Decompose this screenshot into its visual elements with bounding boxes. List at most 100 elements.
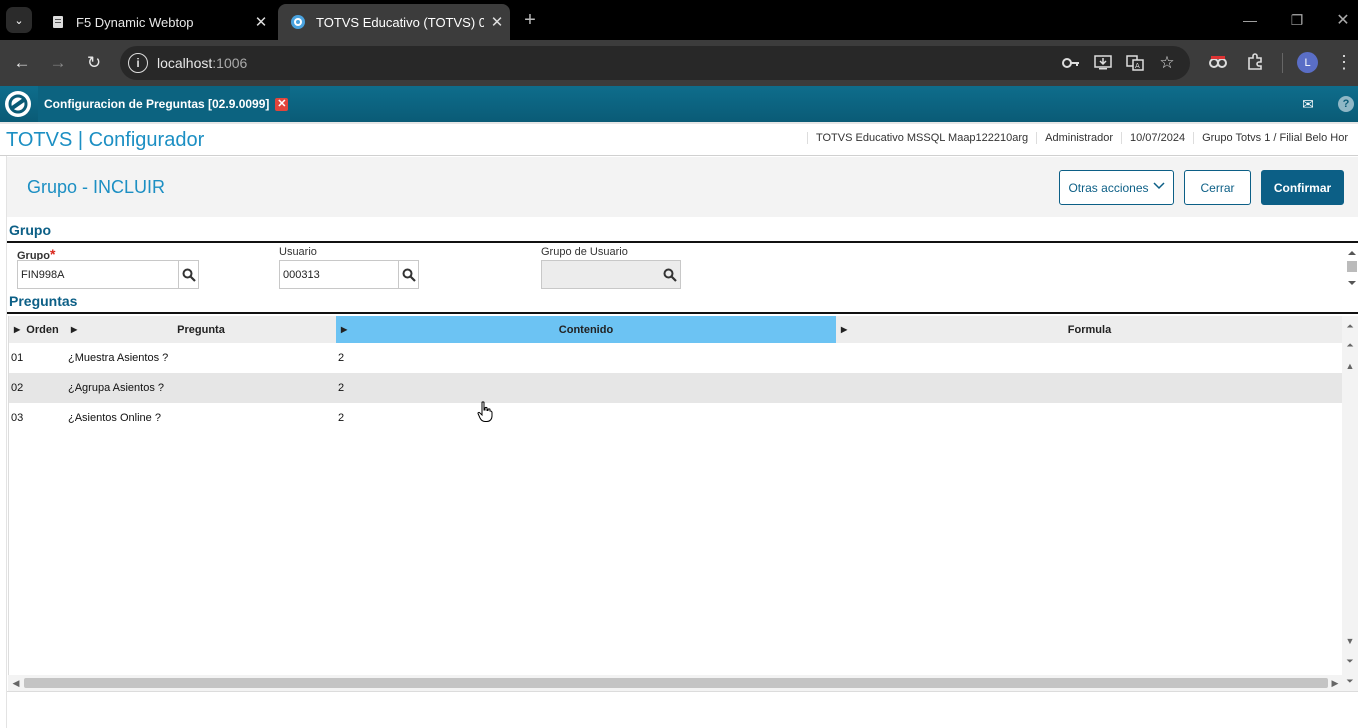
sort-arrow-icon: ▶ [71,325,78,334]
translate-icon[interactable]: A [1125,53,1145,73]
browser-tab-strip: ⌄ F5 Dynamic Webtop ✕ TOTVS Educativo (T… [0,0,1358,40]
column-header-contenido[interactable]: ▶ Contenido [336,316,836,343]
scroll-bottom-icon[interactable]: ⏷ [1345,676,1355,686]
other-actions-button[interactable]: Otras acciones [1059,170,1174,205]
scroll-thumb[interactable] [24,678,1328,688]
user-input[interactable] [280,261,398,288]
window-close-icon[interactable]: ✕ [1331,8,1355,32]
sort-arrow-icon: ▶ [341,325,348,334]
info-bar: TOTVS | Configurador TOTVS Educativo MSS… [0,122,1358,156]
column-label: Formula [1067,323,1112,336]
forward-icon[interactable]: → [44,49,72,77]
user-field [279,260,419,289]
url-text[interactable]: localhost:1006 [157,55,247,71]
app-tab-title: Configuracion de Preguntas [02.9.0099] [44,97,270,111]
totvs-logo-icon[interactable] [5,91,31,117]
date-label: 10/07/2024 [1121,132,1193,144]
cell-question: ¿Muestra Asientos ? [68,352,169,364]
cell-content[interactable]: 2 [338,412,344,424]
document-icon [50,14,66,30]
group-input[interactable] [18,261,178,288]
profile-avatar[interactable]: L [1297,52,1318,73]
cell-question: ¿Agrupa Asientos ? [68,382,165,394]
column-label: Pregunta [177,323,225,336]
mail-icon[interactable]: ✉ [1298,94,1318,114]
table-row[interactable]: 01 ¿Muestra Asientos ? 2 [9,343,1343,373]
tab-title: TOTVS Educativo (TOTVS) 02.9.0 [316,14,484,30]
scroll-down-icon[interactable]: ▼ [1345,636,1355,646]
section-title-preguntas: Preguntas [9,293,78,309]
search-icon[interactable] [398,261,418,288]
cancel-button[interactable]: Cerrar [1184,170,1251,205]
user-group-input [542,261,660,288]
hand-cursor-icon [477,401,493,423]
extensions-puzzle-icon[interactable] [1244,51,1266,73]
scroll-top-icon[interactable]: ⏶ [1345,321,1355,331]
browser-tab-f5[interactable]: F5 Dynamic Webtop ✕ [38,4,274,40]
search-icon[interactable] [178,261,198,288]
browser-tab-totvs[interactable]: TOTVS Educativo (TOTVS) 02.9.0 ✕ [278,4,510,40]
tab-title: F5 Dynamic Webtop [76,14,194,30]
column-header-orden[interactable]: ▶ Orden [9,316,66,343]
app-tab-preguntas[interactable]: Configuracion de Preguntas [02.9.0099] ✕ [38,86,290,122]
extension-spy-icon[interactable] [1207,51,1229,73]
environment-label: TOTVS Educativo MSSQL Maap122210arg [806,132,1036,144]
tab-search-dropdown[interactable]: ⌄ [6,7,32,33]
help-icon[interactable]: ? [1336,94,1356,114]
svg-text:A: A [1135,62,1140,70]
footer-bar [7,691,1358,728]
user-group-field [541,260,681,289]
minimize-icon[interactable]: — [1238,8,1262,32]
scroll-page-up-icon[interactable]: ⏶ [1345,340,1355,350]
group-field [17,260,199,289]
section-divider [7,312,1358,314]
install-app-icon[interactable] [1093,53,1113,73]
table-row[interactable]: 02 ¿Agrupa Asientos ? 2 [9,373,1343,403]
other-actions-label: Otras acciones [1068,180,1149,195]
form-header: Grupo - INCLUIR Otras acciones Cerrar Co… [7,157,1358,217]
cell-content[interactable]: 2 [338,352,344,364]
address-bar[interactable]: i localhost:1006 A ☆ [120,46,1190,80]
totvs-globe-icon [290,14,306,30]
kebab-menu-icon[interactable]: ⋮ [1333,51,1355,73]
grid-horizontal-scrollbar[interactable]: ◀ ▶ [8,675,1342,691]
cell-order: 01 [11,352,24,364]
key-icon[interactable] [1061,53,1081,73]
app-tab-close-icon[interactable]: ✕ [275,97,289,111]
reload-icon[interactable]: ↻ [80,49,108,77]
scroll-left-icon[interactable]: ◀ [11,678,21,688]
scroll-up-icon[interactable]: ▲ [1345,361,1355,371]
table-row[interactable]: 03 ¿Asientos Online ? 2 [9,403,1343,433]
new-tab-icon[interactable]: + [518,8,542,32]
branch-label: Grupo Totvs 1 / Filial Belo Hor [1193,132,1356,144]
confirm-button[interactable]: Confirmar [1261,170,1344,205]
group-section-scrollbar[interactable] [1346,246,1358,288]
site-info-icon[interactable]: i [128,53,148,73]
user-label: Administrador [1036,132,1121,144]
restore-icon[interactable]: ❐ [1285,8,1309,32]
questions-grid: ▶ Orden ▶ Pregunta ▶ Contenido ▶ Formula… [8,316,1343,675]
tab-close-icon[interactable]: ✕ [248,13,274,31]
toolbar-separator [1282,53,1283,73]
grid-header: ▶ Orden ▶ Pregunta ▶ Contenido ▶ Formula [9,316,1343,343]
section-divider [7,241,1358,243]
bookmark-star-icon[interactable]: ☆ [1157,53,1177,73]
form-title: Grupo - INCLUIR [27,177,166,197]
section-title-grupo: Grupo [9,222,51,238]
url-host: localhost [157,55,213,71]
column-label: Contenido [558,323,614,336]
cell-content[interactable]: 2 [338,382,344,394]
column-header-formula[interactable]: ▶ Formula [836,316,1343,343]
user-group-field-label: Grupo de Usuario [541,246,628,258]
url-port: :1006 [212,55,248,71]
session-info: TOTVS Educativo MSSQL Maap122210arg Admi… [806,132,1356,144]
scroll-right-icon[interactable]: ▶ [1330,678,1340,688]
grid-vertical-scrollbar[interactable]: ⏶ ⏶ ▲ ▼ ⏷ ⏷ [1342,316,1358,691]
back-icon[interactable]: ← [8,49,36,77]
sort-arrow-icon: ▶ [841,325,848,334]
column-header-pregunta[interactable]: ▶ Pregunta [66,316,336,343]
scroll-page-down-icon[interactable]: ⏷ [1345,656,1355,666]
app-header: Configuracion de Preguntas [02.9.0099] ✕… [0,86,1358,122]
cell-order: 02 [11,382,24,394]
tab-close-icon[interactable]: ✕ [484,13,510,31]
